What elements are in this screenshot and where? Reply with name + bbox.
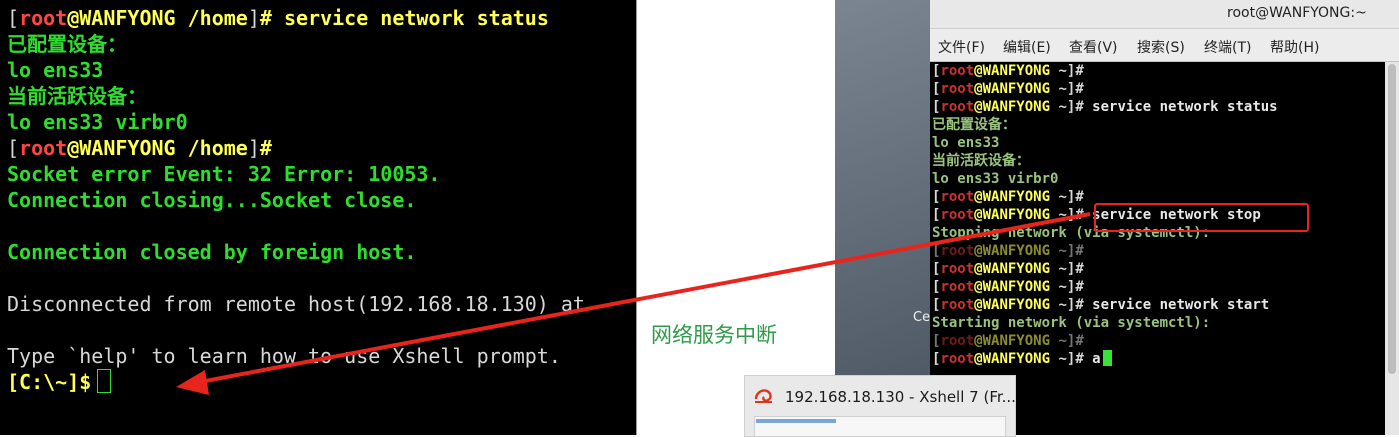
terminal-prompt-line: [root@WANFYONG ~]# <box>932 279 1084 295</box>
xshell-app-icon <box>754 389 772 403</box>
blank-document-panel <box>636 0 836 435</box>
highlight-box <box>1094 203 1309 232</box>
terminal-output-line: 已配置设备： <box>932 117 1016 133</box>
xshell-prompt-line: [root@WANFYONG /home]# service network s… <box>7 6 549 30</box>
xshell-output-line: Connection closing...Socket close. <box>7 188 417 212</box>
terminal-prompt-line: [root@WANFYONG ~]# <box>932 243 1084 259</box>
menu-view[interactable]: 查看(V) <box>1069 37 1118 57</box>
text-cursor <box>1102 350 1112 366</box>
xshell-output-line: lo ens33 <box>7 58 104 82</box>
network-interrupt-note: 网络服务中断 <box>651 323 777 347</box>
menu-file[interactable]: 文件(F) <box>938 37 985 57</box>
terminal-prompt-line: [root@WANFYONG ~]# <box>932 261 1084 277</box>
xshell-output-line: Disconnected from remote host(192.168.18… <box>7 292 585 316</box>
thumbnail-preview-bar <box>756 419 836 423</box>
terminal-prompt-line: [root@WANFYONG ~]# a <box>932 350 1112 368</box>
terminal-output-line: 当前活跃设备： <box>932 153 1030 169</box>
thumbnail-title: 192.168.18.130 - Xshell 7 (Fr... <box>785 388 1016 406</box>
xshell-prompt-line: [root@WANFYONG /home]# <box>7 136 272 160</box>
terminal-prompt-line: [root@WANFYONG ~]# service network start <box>932 297 1270 313</box>
xshell-output-line: Socket error Event: 32 Error: 10053. <box>7 162 441 186</box>
menu-terminal[interactable]: 终端(T) <box>1204 37 1251 57</box>
terminal-output-line: lo ens33 virbr0 <box>932 171 1059 187</box>
window-title: root@WANFYONG:~ <box>1227 5 1367 21</box>
terminal-output-line: lo ens33 <box>932 135 1000 151</box>
terminal-prompt-line: [root@WANFYONG ~]# service network statu… <box>932 99 1278 115</box>
xshell-local-prompt[interactable]: [C:\~]$ <box>7 369 112 395</box>
menu-search[interactable]: 搜索(S) <box>1137 37 1185 57</box>
text-cursor <box>97 369 112 393</box>
terminal-prompt-line: [root@WANFYONG ~]# <box>932 333 1084 349</box>
menu-help[interactable]: 帮助(H) <box>1270 37 1319 57</box>
terminal-output-line: Starting network (via systemctl): <box>932 315 1211 331</box>
scrollbar-thumb[interactable] <box>1388 64 1396 374</box>
desktop-label: Ce <box>913 310 931 325</box>
xshell-output-line: lo ens33 virbr0 <box>7 110 188 134</box>
xshell-output-line: Type `help' to learn how to use Xshell p… <box>7 344 561 368</box>
xshell-output-line: Connection closed by foreign host. <box>7 240 417 264</box>
terminal-prompt-line: [root@WANFYONG ~]# <box>932 81 1084 97</box>
terminal-prompt-line: [root@WANFYONG ~]# <box>932 189 1084 205</box>
xshell-output-line: 已配置设备： <box>7 32 127 56</box>
xshell-terminal[interactable]: [root@WANFYONG /home]# service network s… <box>0 0 636 435</box>
xshell-output-line: 当前活跃设备： <box>7 84 147 108</box>
menu-edit[interactable]: 编辑(E) <box>1003 37 1051 57</box>
desktop-background <box>835 0 930 435</box>
terminal-prompt-line: [root@WANFYONG ~]# <box>932 63 1084 79</box>
